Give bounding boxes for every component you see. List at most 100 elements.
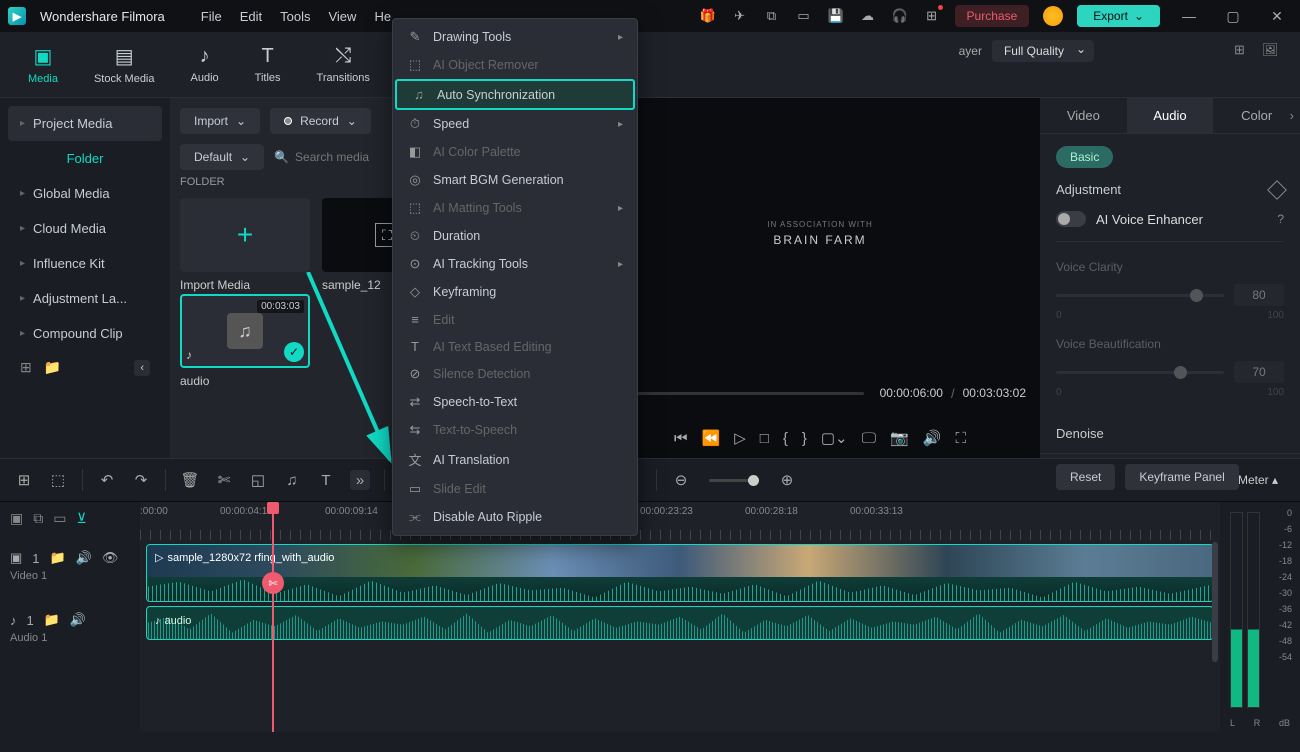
audio-track-header[interactable]: ♪1 📁 🔊 Audio 1 bbox=[10, 599, 130, 657]
sort-dropdown[interactable]: Default⌄ bbox=[180, 144, 264, 170]
save-icon[interactable]: 💾 bbox=[827, 7, 845, 25]
tab-color-props[interactable]: Color bbox=[1213, 98, 1300, 133]
sidebar-item-compound-clip[interactable]: ▸Compound Clip bbox=[8, 316, 162, 351]
tab-audio-props[interactable]: Audio bbox=[1127, 98, 1214, 133]
gift-icon[interactable]: 🎁 bbox=[699, 7, 717, 25]
clarity-value[interactable]: 80 bbox=[1234, 284, 1284, 306]
thumb-import[interactable]: + Import Media bbox=[180, 198, 310, 292]
sidebar-item-global-media[interactable]: ▸Global Media bbox=[8, 176, 162, 211]
menu-file[interactable]: File bbox=[199, 5, 224, 28]
ctx-keyframing[interactable]: ◇Keyframing bbox=[393, 278, 637, 306]
more-tabs-icon[interactable]: › bbox=[1290, 108, 1294, 123]
basic-pill[interactable]: Basic bbox=[1056, 146, 1113, 168]
display-icon[interactable]: ▭ bbox=[795, 7, 813, 25]
ctx-ai-tracking-tools[interactable]: ⊙AI Tracking Tools▸ bbox=[393, 250, 637, 278]
music-beat-icon[interactable]: ♫ bbox=[282, 470, 302, 490]
voice-enhancer-toggle[interactable] bbox=[1056, 211, 1086, 227]
ctx-speed[interactable]: ⏱Speed▸ bbox=[393, 110, 637, 138]
close-button[interactable]: ✕ bbox=[1262, 8, 1292, 25]
record-dropdown[interactable]: Record⌄ bbox=[270, 108, 371, 134]
play-icon[interactable]: ▷ bbox=[734, 429, 746, 447]
cut-icon[interactable]: ✄ bbox=[262, 572, 284, 594]
keyframe-diamond-icon[interactable] bbox=[1267, 180, 1287, 200]
folder-icon[interactable]: 📁 bbox=[44, 359, 61, 376]
apps-icon[interactable]: ⊞ bbox=[923, 7, 941, 25]
preview-scrubber[interactable] bbox=[622, 392, 864, 395]
thumb-audio[interactable]: 00:03:03 ♫ ♪ ✓ audio bbox=[180, 294, 310, 388]
audio-clip[interactable]: ♪audio bbox=[146, 606, 1214, 640]
new-folder-icon[interactable]: ⊞ bbox=[20, 359, 32, 376]
video-track-header[interactable]: ▣1 📁 🔊 👁 Video 1 bbox=[10, 537, 130, 595]
prev-frame-icon[interactable]: ⏮ bbox=[674, 430, 688, 447]
preview-viewport[interactable]: IN ASSOCIATION WITH BRAIN FARM bbox=[600, 98, 1040, 368]
cloud-icon[interactable]: ☁ bbox=[859, 7, 877, 25]
clarity-slider[interactable] bbox=[1056, 294, 1224, 297]
ctx-smart-bgm-generation[interactable]: ◎Smart BGM Generation bbox=[393, 166, 637, 194]
ctx-drawing-tools[interactable]: ✎Drawing Tools▸ bbox=[393, 23, 637, 51]
crop-icon[interactable]: ◱ bbox=[248, 470, 268, 490]
user-avatar[interactable] bbox=[1043, 6, 1063, 26]
sidebar-item-folder[interactable]: Folder bbox=[8, 141, 162, 176]
zoom-slider[interactable] bbox=[709, 479, 759, 482]
split-icon[interactable]: ✄ bbox=[214, 470, 234, 490]
track-mute-icon[interactable]: 🔊 bbox=[70, 612, 86, 628]
stop-icon[interactable]: □ bbox=[760, 430, 769, 447]
magnet-icon[interactable]: ⊻ bbox=[76, 510, 86, 527]
sidebar-item-cloud-media[interactable]: ▸Cloud Media bbox=[8, 211, 162, 246]
ctx-speech-to-text[interactable]: ⇄Speech-to-Text bbox=[393, 388, 637, 416]
track-mute-icon[interactable]: 🔊 bbox=[76, 550, 92, 566]
ctx-duration[interactable]: ⏲Duration bbox=[393, 222, 637, 250]
track-visibility-icon[interactable]: 👁 bbox=[102, 550, 119, 566]
purchase-button[interactable]: Purchase bbox=[955, 5, 1030, 27]
ctx-ai-translation[interactable]: 文AI Translation bbox=[393, 444, 637, 475]
select-mode-icon[interactable]: ⬚ bbox=[48, 470, 68, 490]
reset-button[interactable]: Reset bbox=[1056, 464, 1115, 490]
denoise-header[interactable]: Denoise bbox=[1056, 414, 1284, 441]
tab-media[interactable]: ▣Media bbox=[20, 40, 66, 89]
meter-toggle[interactable]: Meter ▴ bbox=[1238, 473, 1278, 487]
zoom-out-icon[interactable]: ⊖ bbox=[671, 470, 691, 490]
headphones-icon[interactable]: 🎧 bbox=[891, 7, 909, 25]
ratio-icon[interactable]: ▢⌄ bbox=[821, 429, 848, 447]
link-icon[interactable]: ⧉ bbox=[33, 510, 43, 527]
beautification-value[interactable]: 70 bbox=[1234, 361, 1284, 383]
menu-view[interactable]: View bbox=[326, 5, 358, 28]
volume-icon[interactable]: 🔊 bbox=[923, 429, 942, 447]
audio-track[interactable]: ♪audio bbox=[146, 606, 1214, 642]
tab-video-props[interactable]: Video bbox=[1040, 98, 1127, 133]
timeline-tracks[interactable]: :00:00 00:00:04:19 00:00:09:14 00:00:14:… bbox=[140, 502, 1220, 732]
tab-stock-media[interactable]: ▤Stock Media bbox=[86, 40, 163, 89]
tab-audio[interactable]: ♪Audio bbox=[183, 41, 227, 88]
layout-icon[interactable]: ⊞ bbox=[14, 470, 34, 490]
sidebar-item-adjustment-layer[interactable]: ▸Adjustment La... bbox=[8, 281, 162, 316]
import-dropdown[interactable]: Import⌄ bbox=[180, 108, 260, 134]
lock-tracks-icon[interactable]: ▭ bbox=[53, 510, 66, 527]
menu-tools[interactable]: Tools bbox=[278, 5, 312, 28]
expand-tools-icon[interactable]: » bbox=[350, 470, 370, 490]
mark-out-icon[interactable]: } bbox=[802, 430, 807, 447]
send-icon[interactable]: ✈ bbox=[731, 7, 749, 25]
undo-icon[interactable]: ↶ bbox=[97, 470, 117, 490]
timeline-scrollbar[interactable] bbox=[1212, 542, 1218, 662]
tab-transitions[interactable]: ⤭Transitions bbox=[309, 41, 378, 88]
track-folder-icon[interactable]: 📁 bbox=[50, 550, 66, 566]
picture-icon[interactable]: 🖼 bbox=[1262, 42, 1280, 60]
snapshot-icon[interactable]: 📷 bbox=[890, 429, 909, 447]
collapse-sidebar-button[interactable]: ‹ bbox=[134, 360, 150, 376]
grid-view-icon[interactable]: ⊞ bbox=[1234, 42, 1252, 60]
sidebar-item-influence-kit[interactable]: ▸Influence Kit bbox=[8, 246, 162, 281]
track-folder-icon[interactable]: 📁 bbox=[44, 612, 60, 628]
fullscreen-icon[interactable]: ⛶ bbox=[955, 430, 966, 447]
export-button[interactable]: Export⌄ bbox=[1077, 5, 1160, 27]
text-icon[interactable]: T bbox=[316, 470, 336, 490]
sidebar-item-project-media[interactable]: ▸Project Media bbox=[8, 106, 162, 141]
delete-icon[interactable]: 🗑 bbox=[180, 470, 200, 490]
track-layout-icon[interactable]: ▣ bbox=[10, 510, 23, 527]
minimize-button[interactable]: — bbox=[1174, 8, 1204, 24]
tab-titles[interactable]: TTitles bbox=[247, 41, 289, 88]
beautification-slider[interactable] bbox=[1056, 371, 1224, 374]
mark-in-icon[interactable]: { bbox=[783, 430, 788, 447]
adjustment-header[interactable]: Adjustment bbox=[1056, 182, 1284, 197]
help-icon[interactable]: ? bbox=[1277, 212, 1284, 226]
timeline-ruler[interactable]: :00:00 00:00:04:19 00:00:09:14 00:00:14:… bbox=[140, 502, 1220, 540]
